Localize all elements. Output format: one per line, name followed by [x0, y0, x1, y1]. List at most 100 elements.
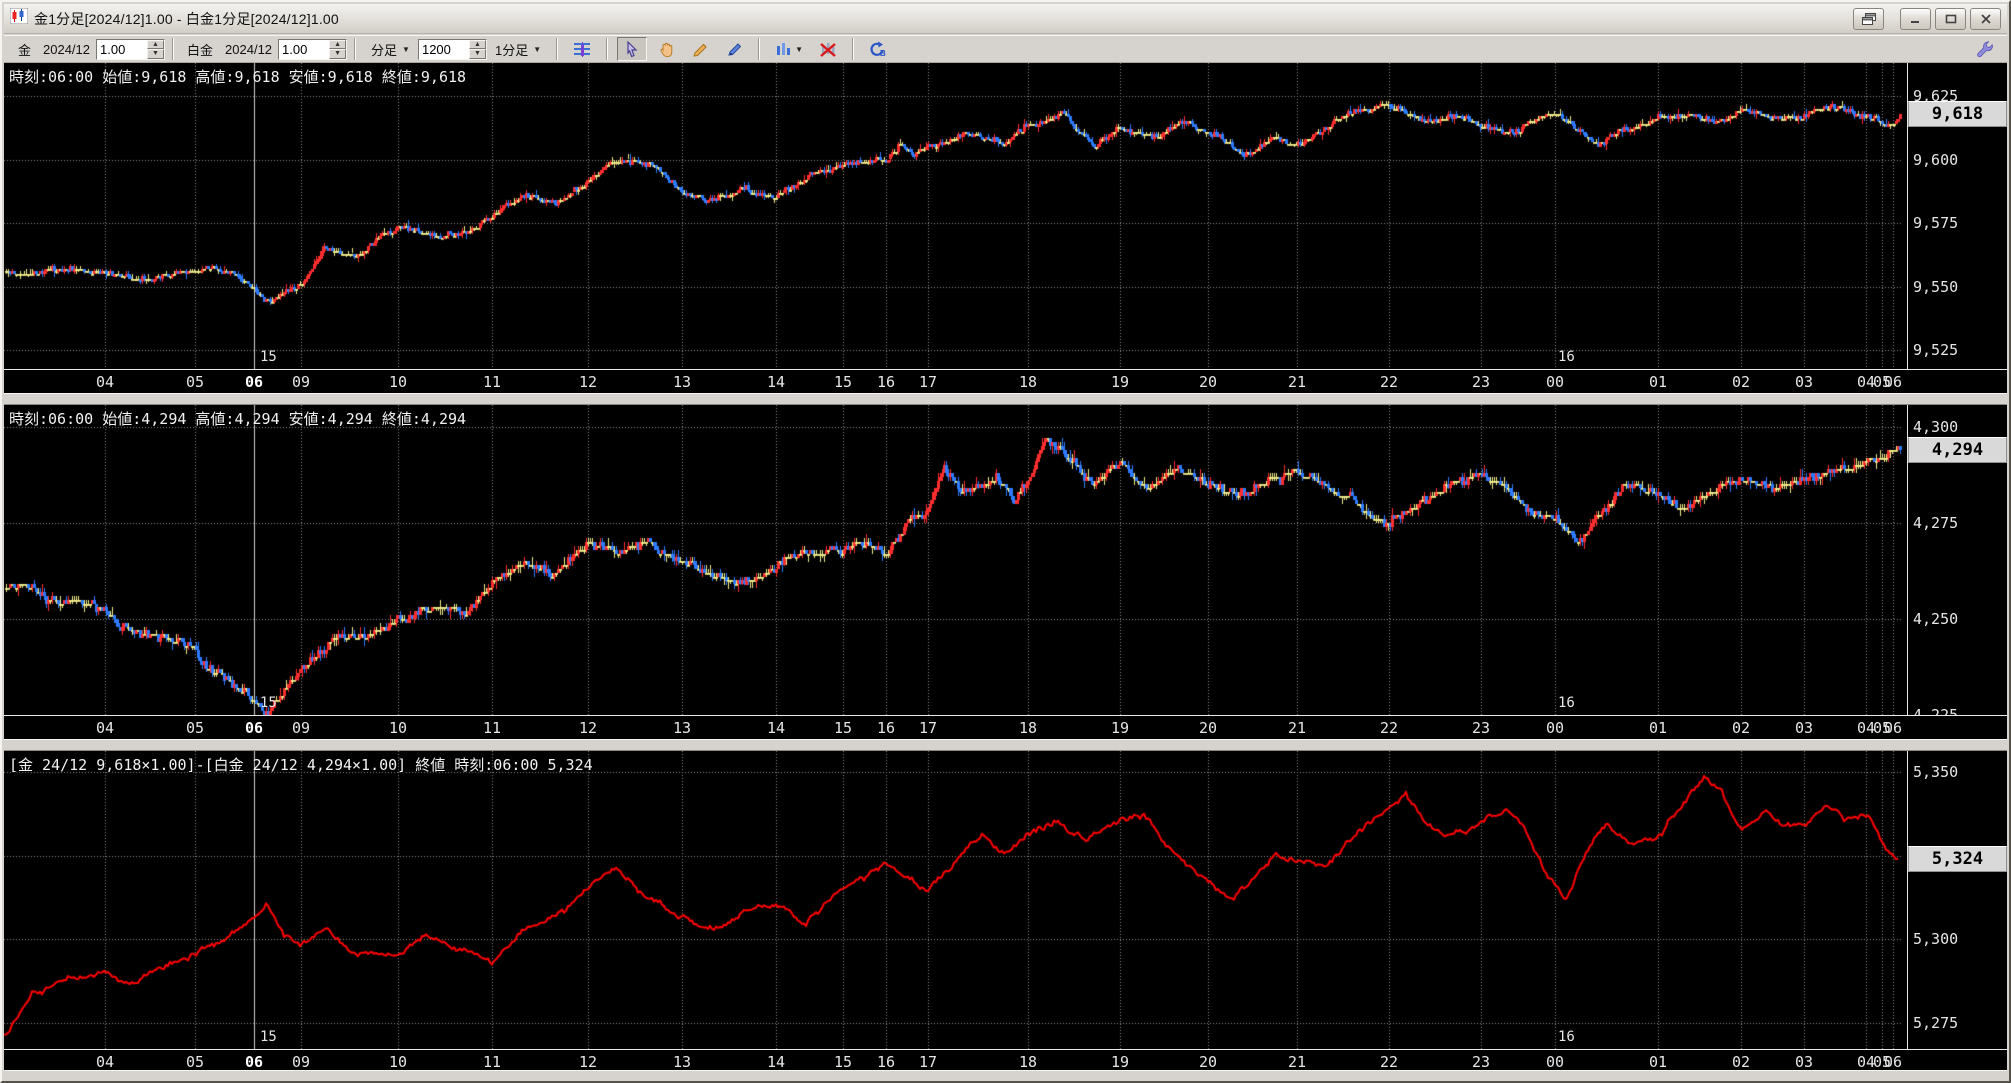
x-tick-label: 06 [244, 719, 264, 737]
x-tick-label: 23 [1471, 373, 1491, 391]
titlebar[interactable]: 金1分足[2024/12]1.00 - 白金1分足[2024/12]1.00 [4, 4, 2007, 34]
x-tick-label: 06 [244, 1053, 264, 1071]
toolbar-separator [852, 38, 855, 60]
chart-window: 金1分足[2024/12]1.00 - 白金1分足[2024/12]1.00 金… [0, 0, 2011, 1083]
minimize-icon[interactable] [1900, 7, 1931, 30]
x-tick-label: 21 [1287, 373, 1307, 391]
bar-count-value[interactable]: 1200 [418, 39, 469, 59]
x-tick-label: 11 [482, 1053, 502, 1071]
platinum-ratio-spinner[interactable]: 1.00 ▲ ▼ [278, 38, 348, 60]
y-tick-label: 4,250 [1913, 610, 1959, 628]
x-tick-label: 01 [1648, 373, 1668, 391]
x-tick-label: 15 [833, 719, 853, 737]
x-tick-label: 03 [1794, 719, 1814, 737]
gold-month-label: 2024/12 [43, 41, 91, 57]
x-tick-label: 23 [1471, 719, 1491, 737]
x-tick-label: 12 [578, 719, 598, 737]
x-tick-label: 09 [291, 373, 311, 391]
gold-candlestick-plot[interactable] [4, 63, 1907, 369]
delete-indicator-icon[interactable] [813, 37, 843, 61]
bar-count-down-icon[interactable]: ▼ [468, 49, 486, 59]
select-cursor-icon[interactable] [617, 37, 648, 61]
day-of-month-label: 15 [260, 349, 277, 365]
x-tick-label: 04 [95, 1053, 115, 1071]
pencil-icon[interactable] [685, 37, 715, 61]
x-tick-label: 17 [918, 719, 938, 737]
day-of-month-label: 16 [1558, 695, 1575, 711]
x-tick-label: 19 [1110, 719, 1130, 737]
y-tick-label: 5,350 [1913, 763, 1959, 781]
x-tick-label: 01 [1648, 1053, 1668, 1071]
close-icon[interactable] [1970, 7, 2001, 30]
cascade-windows-icon[interactable] [1853, 7, 1884, 30]
x-tick-label: 05 [185, 373, 205, 391]
x-tick-label: 15 [833, 373, 853, 391]
x-tick-label: 02 [1731, 373, 1751, 391]
day-of-month-label: 15 [260, 1029, 277, 1045]
chart-settings-icon[interactable] [567, 37, 597, 61]
x-tick-label: 12 [578, 373, 598, 391]
gold-ratio-up-icon[interactable]: ▲ [147, 39, 165, 49]
wrench-icon[interactable] [1975, 39, 1995, 62]
gold-ratio-value[interactable]: 1.00 [97, 39, 148, 59]
panel-separator [4, 393, 2007, 405]
x-tick-label: 02 [1731, 1053, 1751, 1071]
pen-icon[interactable] [719, 37, 749, 61]
gold-current-price-badge: 9,618 [1908, 101, 2007, 127]
x-tick-label: 21 [1287, 719, 1307, 737]
platinum-candlestick-plot[interactable] [4, 405, 1907, 715]
x-tick-label: 19 [1110, 1053, 1130, 1071]
toolbar-separator [556, 38, 559, 60]
x-tick-label: 03 [1794, 373, 1814, 391]
svg-text:B: B [880, 49, 886, 58]
platinum-current-price-badge: 4,294 [1908, 437, 2007, 463]
x-tick-label: 13 [672, 1053, 692, 1071]
platinum-chart-panel: 時刻:06:00 始値:4,294 高値:4,294 安値:4,294 終値:4… [4, 405, 2007, 739]
x-tick-label: 04 [95, 373, 115, 391]
gold-ratio-spinner[interactable]: 1.00 ▲ ▼ [96, 38, 166, 60]
x-tick-label: 00 [1545, 1053, 1565, 1071]
x-tick-label: 14 [766, 373, 786, 391]
chevron-down-icon: ▼ [533, 44, 542, 54]
y-tick-label: 9,600 [1913, 151, 1959, 169]
pan-hand-icon[interactable] [651, 37, 681, 61]
app-icon [9, 7, 29, 29]
bar-count-up-icon[interactable]: ▲ [468, 39, 486, 49]
y-tick-label: 4,300 [1913, 418, 1959, 436]
y-tick-label: 9,575 [1913, 214, 1959, 232]
bar-count-spinner[interactable]: 1200 ▲ ▼ [417, 38, 487, 60]
platinum-ratio-down-icon[interactable]: ▼ [329, 49, 347, 59]
refresh-icon[interactable]: B [863, 37, 893, 61]
toolbar: 金 2024/12 1.00 ▲ ▼ 白金 2024/12 1.00 ▲ ▼ 分足 ▼… [4, 35, 2007, 63]
maximize-icon[interactable] [1935, 7, 1966, 30]
toolbar-separator [758, 38, 761, 60]
charts-area: 時刻:06:00 始値:9,618 高値:9,618 安値:9,618 終値:9… [4, 63, 2007, 1079]
spread-line-plot[interactable] [4, 751, 1907, 1049]
x-tick-label: 11 [482, 373, 502, 391]
platinum-ratio-value[interactable]: 1.00 [279, 39, 330, 59]
x-tick-label: 20 [1198, 373, 1218, 391]
x-tick-label: 00 [1545, 373, 1565, 391]
bar-type-dropdown[interactable]: 分足 ▼ [365, 36, 416, 63]
timeframe-dropdown[interactable]: 1分足 ▼ [489, 36, 547, 63]
x-tick-label: 02 [1731, 719, 1751, 737]
x-tick-label: 18 [1018, 1053, 1038, 1071]
x-tick-label: 09 [291, 1053, 311, 1071]
gold-ratio-down-icon[interactable]: ▼ [147, 49, 165, 59]
platinum-ohlc-info: 時刻:06:00 始値:4,294 高値:4,294 安値:4,294 終値:4… [9, 410, 467, 428]
x-tick-label: 14 [766, 1053, 786, 1071]
platinum-ratio-up-icon[interactable]: ▲ [329, 39, 347, 49]
x-tick-label: 06 [1883, 1053, 1903, 1071]
x-tick-label: 16 [876, 719, 896, 737]
y-tick-label: 4,275 [1913, 514, 1959, 532]
gold-label: 金 [18, 42, 32, 58]
bar-style-icon[interactable]: ▼ [769, 37, 809, 61]
window-title: 金1分足[2024/12]1.00 - 白金1分足[2024/12]1.00 [34, 10, 339, 27]
spread-price-axis: 5,3505,3255,3005,2755,324 [1907, 751, 2007, 1049]
y-tick-label: 9,525 [1913, 341, 1959, 359]
x-tick-label: 18 [1018, 373, 1038, 391]
gold-chart-panel: 時刻:06:00 始値:9,618 高値:9,618 安値:9,618 終値:9… [4, 63, 2007, 393]
x-tick-label: 06 [1883, 373, 1903, 391]
x-tick-label: 10 [388, 1053, 408, 1071]
x-tick-label: 05 [185, 1053, 205, 1071]
